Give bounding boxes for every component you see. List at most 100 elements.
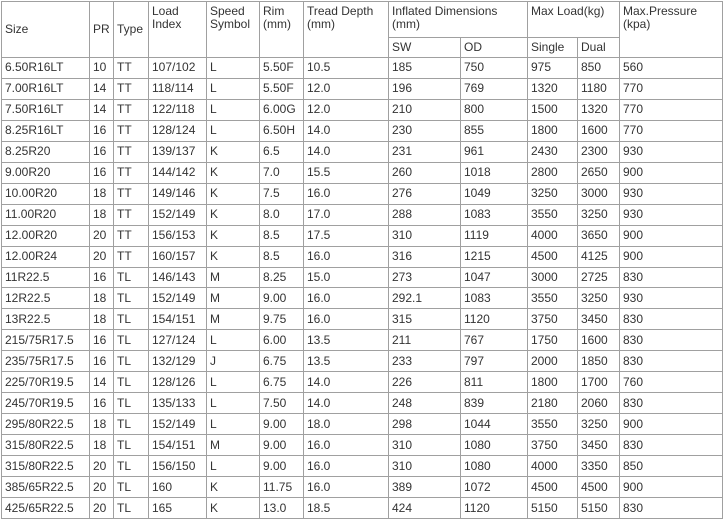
- cell-single: 1500: [527, 98, 578, 121]
- cell-size: 7.50R16LT: [1, 98, 90, 121]
- cell-load-index: 160: [148, 476, 207, 499]
- cell-load-index: 135/133: [148, 392, 207, 415]
- cell-sw: 315: [388, 308, 461, 331]
- cell-load-index: 122/118: [148, 98, 207, 121]
- cell-type: TT: [113, 203, 149, 226]
- cell-pressure: 900: [619, 245, 723, 268]
- cell-tread: 15.5: [303, 161, 389, 184]
- cell-od: 1080: [460, 434, 528, 457]
- cell-load-index: 128/126: [148, 371, 207, 394]
- header-speed-symbol: Speed Symbol: [206, 1, 260, 58]
- cell-tread: 10.5: [303, 57, 389, 79]
- cell-single: 4000: [527, 455, 578, 478]
- cell-od: 1119: [460, 224, 528, 247]
- cell-single: 1800: [527, 119, 578, 142]
- cell-type: TL: [113, 455, 149, 478]
- cell-pressure: 900: [619, 224, 723, 247]
- cell-size: 6.50R16LT: [1, 57, 90, 79]
- cell-dual: 1600: [577, 119, 620, 142]
- cell-od: 1047: [460, 266, 528, 289]
- cell-rim: 7.5: [259, 182, 304, 205]
- cell-pressure: 770: [619, 119, 723, 142]
- cell-pressure: 560: [619, 57, 723, 79]
- cell-speed: L: [206, 119, 260, 142]
- cell-speed: K: [206, 182, 260, 205]
- cell-type: TT: [113, 245, 149, 268]
- cell-tread: 14.0: [303, 371, 389, 394]
- cell-dual: 2650: [577, 161, 620, 184]
- cell-single: 4500: [527, 245, 578, 268]
- cell-speed: L: [206, 77, 260, 100]
- table-row: 235/75R17.5 16 TL 132/129 J 6.75 13.5 233 797 200…: [1, 350, 723, 373]
- cell-size: 10.00R20: [1, 182, 90, 205]
- cell-dual: 2060: [577, 392, 620, 415]
- cell-dual: 3250: [577, 413, 620, 436]
- cell-dual: 850: [577, 57, 620, 79]
- cell-type: TT: [113, 77, 149, 100]
- cell-single: 3750: [527, 434, 578, 457]
- cell-single: 2180: [527, 392, 578, 415]
- cell-rim: 8.5: [259, 224, 304, 247]
- cell-single: 2800: [527, 161, 578, 184]
- cell-od: 1083: [460, 203, 528, 226]
- cell-pressure: 930: [619, 140, 723, 163]
- header-pr: PR: [89, 1, 114, 58]
- cell-type: TL: [113, 329, 149, 352]
- cell-rim: 7.0: [259, 161, 304, 184]
- cell-type: TL: [113, 476, 149, 499]
- cell-size: 215/75R17.5: [1, 329, 90, 352]
- header-max-load: Max Load(kg): [527, 1, 620, 38]
- cell-pr: 14: [89, 98, 114, 121]
- table-row: 11R22.5 16 TL 146/143 M 8.25 15.0 273 1047 3000 27…: [1, 266, 723, 289]
- cell-pressure: 830: [619, 329, 723, 352]
- cell-pressure: 900: [619, 476, 723, 499]
- cell-rim: 6.75: [259, 371, 304, 394]
- cell-single: 5150: [527, 497, 578, 519]
- header-od: OD: [460, 37, 528, 58]
- header-inflated-dimensions: Inflated Dimensions (mm): [388, 1, 528, 38]
- cell-size: 12.00R20: [1, 224, 90, 247]
- cell-single: 2430: [527, 140, 578, 163]
- cell-pressure: 900: [619, 161, 723, 184]
- cell-tread: 18.5: [303, 497, 389, 519]
- cell-rim: 6.50H: [259, 119, 304, 142]
- cell-dual: 3250: [577, 287, 620, 310]
- cell-tread: 13.5: [303, 350, 389, 373]
- cell-speed: L: [206, 57, 260, 79]
- cell-sw: 276: [388, 182, 461, 205]
- cell-dual: 4125: [577, 245, 620, 268]
- cell-load-index: 152/149: [148, 287, 207, 310]
- cell-size: 295/80R22.5: [1, 413, 90, 436]
- cell-sw: 298: [388, 413, 461, 436]
- cell-type: TT: [113, 161, 149, 184]
- cell-speed: L: [206, 455, 260, 478]
- cell-od: 1083: [460, 287, 528, 310]
- cell-type: TL: [113, 350, 149, 373]
- cell-size: 8.25R20: [1, 140, 90, 163]
- cell-pressure: 830: [619, 497, 723, 519]
- cell-od: 1080: [460, 455, 528, 478]
- cell-single: 2000: [527, 350, 578, 373]
- cell-pr: 18: [89, 182, 114, 205]
- cell-pr: 18: [89, 434, 114, 457]
- cell-pressure: 770: [619, 77, 723, 100]
- cell-load-index: 144/142: [148, 161, 207, 184]
- cell-pr: 14: [89, 371, 114, 394]
- cell-tread: 16.0: [303, 434, 389, 457]
- cell-size: 425/65R22.5: [1, 497, 90, 519]
- cell-speed: M: [206, 308, 260, 331]
- cell-load-index: 149/146: [148, 182, 207, 205]
- cell-sw: 211: [388, 329, 461, 352]
- cell-rim: 5.50F: [259, 77, 304, 100]
- table-row: 315/80R22.5 20 TL 156/150 L 9.00 16.0 310 1080 40…: [1, 455, 723, 478]
- cell-tread: 12.0: [303, 77, 389, 100]
- cell-dual: 3450: [577, 308, 620, 331]
- cell-sw: 292.1: [388, 287, 461, 310]
- cell-od: 1072: [460, 476, 528, 499]
- cell-speed: K: [206, 224, 260, 247]
- cell-speed: J: [206, 350, 260, 373]
- cell-od: 855: [460, 119, 528, 142]
- cell-pr: 16: [89, 329, 114, 352]
- cell-tread: 17.0: [303, 203, 389, 226]
- cell-tread: 18.0: [303, 413, 389, 436]
